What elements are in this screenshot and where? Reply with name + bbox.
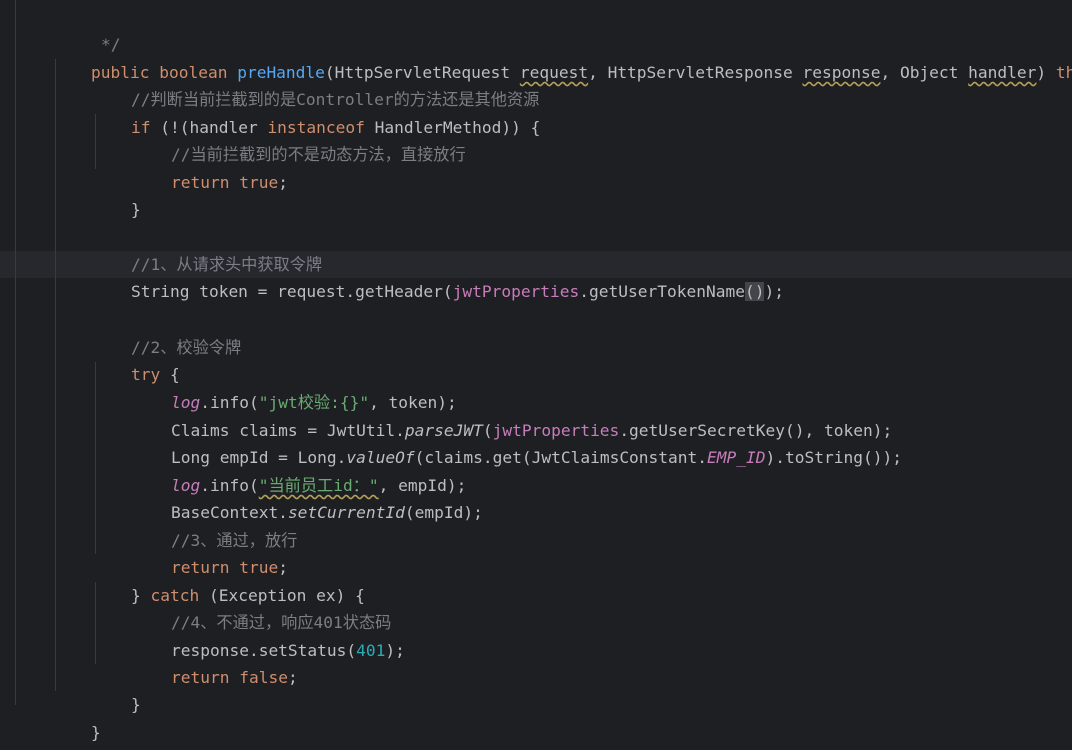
- code-line[interactable]: return false;: [132, 637, 298, 687]
- code-text: ;: [278, 173, 288, 192]
- code-line[interactable]: response.setStatus(401);: [132, 610, 405, 660]
- number-literal: 401: [356, 641, 386, 660]
- code-line[interactable]: return true;: [132, 142, 288, 192]
- code-line[interactable]: }: [52, 692, 101, 742]
- code-line[interactable]: //2、校验令牌: [92, 307, 241, 357]
- code-line[interactable]: }: [12, 719, 61, 746]
- code-text: ;: [287, 668, 298, 687]
- code-line[interactable]: return true;: [132, 527, 288, 577]
- static-method: setCurrentId: [287, 503, 405, 522]
- code-text: (empId);: [404, 503, 483, 522]
- keyword: return: [170, 173, 230, 192]
- code-line[interactable]: log.info("jwt校验:{}", token);: [132, 362, 457, 412]
- parameter: handler: [968, 63, 1037, 82]
- parameter: response: [802, 63, 881, 82]
- code-line[interactable]: } catch (Exception ex) {: [92, 555, 365, 605]
- code-line[interactable]: Claims claims = JwtUtil.parseJWT(jwtProp…: [132, 390, 892, 440]
- code-line[interactable]: }: [92, 664, 141, 714]
- code-text: , HttpServletResponse: [588, 63, 803, 82]
- code-text: }: [90, 723, 101, 742]
- indent-guide: [15, 0, 16, 705]
- matched-parens: (): [744, 282, 765, 301]
- code-text: );: [764, 282, 784, 301]
- code-text: ): [1036, 63, 1056, 82]
- code-text: .getUserTokenName: [579, 282, 745, 301]
- code-text: }: [130, 695, 141, 714]
- code-line[interactable]: BaseContext.setCurrentId(empId);: [132, 472, 483, 522]
- keyword: true: [239, 173, 279, 192]
- code-line[interactable]: String token = request.getHeader(jwtProp…: [92, 251, 784, 301]
- code-line[interactable]: log.info("当前员工id：", empId);: [132, 445, 466, 495]
- indent-guide: [55, 59, 56, 691]
- code-line[interactable]: //判断当前拦截到的是Controller的方法还是其他资源: [92, 59, 539, 109]
- code-text: , Object: [880, 63, 969, 82]
- code-line[interactable]: //当前拦截到的不是动态方法，直接放行: [132, 114, 466, 164]
- code-editor[interactable]: */ public boolean preHandle(HttpServletR…: [0, 0, 1072, 750]
- code-line[interactable]: //1、从请求头中获取令牌: [92, 224, 322, 274]
- code-line[interactable]: try {: [92, 334, 180, 384]
- keyword: thr: [1055, 63, 1072, 82]
- code-line[interactable]: //4、不通过，响应401状态码: [132, 582, 391, 632]
- field-reference: jwtProperties: [452, 282, 580, 301]
- code-line[interactable]: if (!(handler instanceof HandlerMethod))…: [92, 87, 540, 137]
- code-line[interactable]: */: [62, 4, 121, 54]
- code-text: ).toString());: [765, 448, 902, 467]
- code-line[interactable]: //3、通过，放行: [132, 500, 297, 550]
- code-line[interactable]: public boolean preHandle(HttpServletRequ…: [52, 32, 1072, 82]
- code-line[interactable]: Long empId = Long.valueOf(claims.get(Jwt…: [132, 417, 902, 467]
- code-text: String token = request.getHeader(: [130, 282, 453, 301]
- keyword: return: [170, 668, 230, 687]
- keyword: false: [239, 668, 288, 687]
- code-text: }: [130, 200, 141, 219]
- static-constant: EMP_ID: [707, 448, 766, 467]
- code-text: );: [385, 641, 405, 660]
- code-line[interactable]: }: [92, 169, 141, 219]
